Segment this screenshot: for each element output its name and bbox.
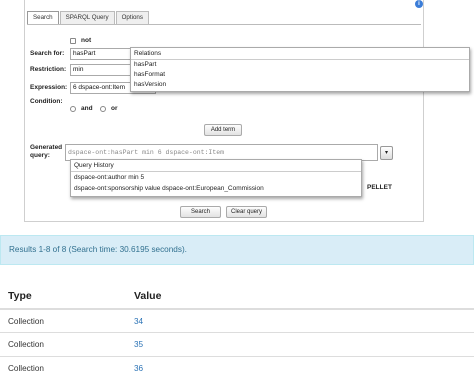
clear-query-button[interactable]: Clear query <box>226 206 267 218</box>
restriction-label: Restriction: <box>30 66 67 73</box>
restriction-input[interactable]: min <box>70 64 132 76</box>
search-for-input[interactable]: hasPart <box>70 48 132 60</box>
column-header-value: Value <box>134 284 474 310</box>
table-row: Collection 35 <box>0 332 474 356</box>
search-button[interactable]: Search <box>180 206 221 218</box>
condition-label: Condition: <box>30 98 63 105</box>
generated-query-label: Generated <box>30 144 63 151</box>
type-cell: Collection <box>0 332 134 356</box>
or-label: or <box>111 105 118 112</box>
info-icon[interactable]: i <box>415 0 423 8</box>
value-link[interactable]: 36 <box>134 355 474 379</box>
value-link[interactable]: 34 <box>134 308 474 333</box>
relation-option[interactable]: hasFormat <box>131 70 469 80</box>
search-for-label: Search for: <box>30 50 65 57</box>
column-header-type: Type <box>0 284 134 310</box>
history-option[interactable]: dspace-ont:sponsorship value dspace-ont:… <box>71 184 361 194</box>
not-label: not <box>81 37 92 44</box>
value-link[interactable]: 35 <box>134 332 474 356</box>
tab-options[interactable]: Options <box>115 11 149 25</box>
add-term-button[interactable]: Add term <box>204 124 242 136</box>
results-summary: Results 1-8 of 8 (Search time: 30.6195 s… <box>0 235 474 265</box>
results-table: Type Value Collection 34 Collection 35 C… <box>0 284 474 379</box>
type-cell: Collection <box>0 355 134 379</box>
relation-option[interactable]: hasPart <box>131 60 469 70</box>
or-radio[interactable] <box>100 106 106 112</box>
tab-search[interactable]: Search <box>27 11 59 25</box>
relations-header: Relations <box>131 48 469 60</box>
and-radio[interactable] <box>70 106 76 112</box>
not-checkbox[interactable] <box>70 38 76 44</box>
query-history-header: Query History <box>71 160 361 172</box>
type-cell: Collection <box>0 308 134 333</box>
pellet-label: PELLET <box>367 184 392 191</box>
table-row: Collection 34 <box>0 308 474 333</box>
relation-option[interactable]: hasVersion <box>131 80 469 90</box>
relations-dropdown: Relations hasPart hasFormat hasVersion <box>130 47 470 92</box>
chevron-down-icon[interactable]: ▾ <box>380 146 393 160</box>
tab-divider <box>27 24 421 25</box>
generated-query-label-2: query: <box>30 152 50 159</box>
table-header-row: Type Value <box>0 284 474 310</box>
table-row: Collection 36 <box>0 355 474 379</box>
history-option[interactable]: dspace-ont:author min 5 <box>71 173 361 183</box>
expression-label: Expression: <box>30 84 68 91</box>
query-history-dropdown: Query History dspace-ont:author min 5 ds… <box>70 159 362 197</box>
and-label: and <box>81 105 93 112</box>
tab-sparql-query[interactable]: SPARQL Query <box>59 11 115 25</box>
tab-bar: Search SPARQL Query Options <box>27 11 150 25</box>
